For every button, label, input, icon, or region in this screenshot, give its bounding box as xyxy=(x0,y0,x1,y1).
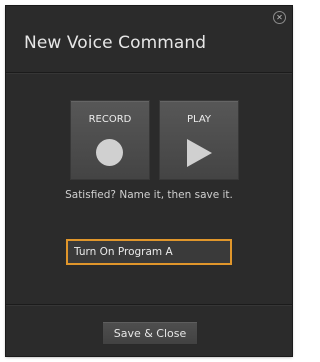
dialog-header: New Voice Command xyxy=(6,6,292,73)
new-voice-command-dialog: New Voice Command ✕ RECORD PLAY Satisfie… xyxy=(6,6,292,356)
play-icon xyxy=(187,139,212,167)
save-and-close-button[interactable]: Save & Close xyxy=(102,321,198,345)
record-icon xyxy=(96,139,123,166)
record-button[interactable]: RECORD xyxy=(70,100,150,180)
record-label: RECORD xyxy=(88,114,132,125)
dialog-title: New Voice Command xyxy=(24,33,207,53)
close-icon[interactable]: ✕ xyxy=(273,11,286,24)
dialog-footer: Save & Close xyxy=(6,304,292,356)
command-name-input[interactable] xyxy=(66,239,232,265)
play-button[interactable]: PLAY xyxy=(159,100,239,180)
play-label: PLAY xyxy=(186,114,211,125)
instruction-text: Satisfied? Name it, then save it. xyxy=(65,189,233,201)
